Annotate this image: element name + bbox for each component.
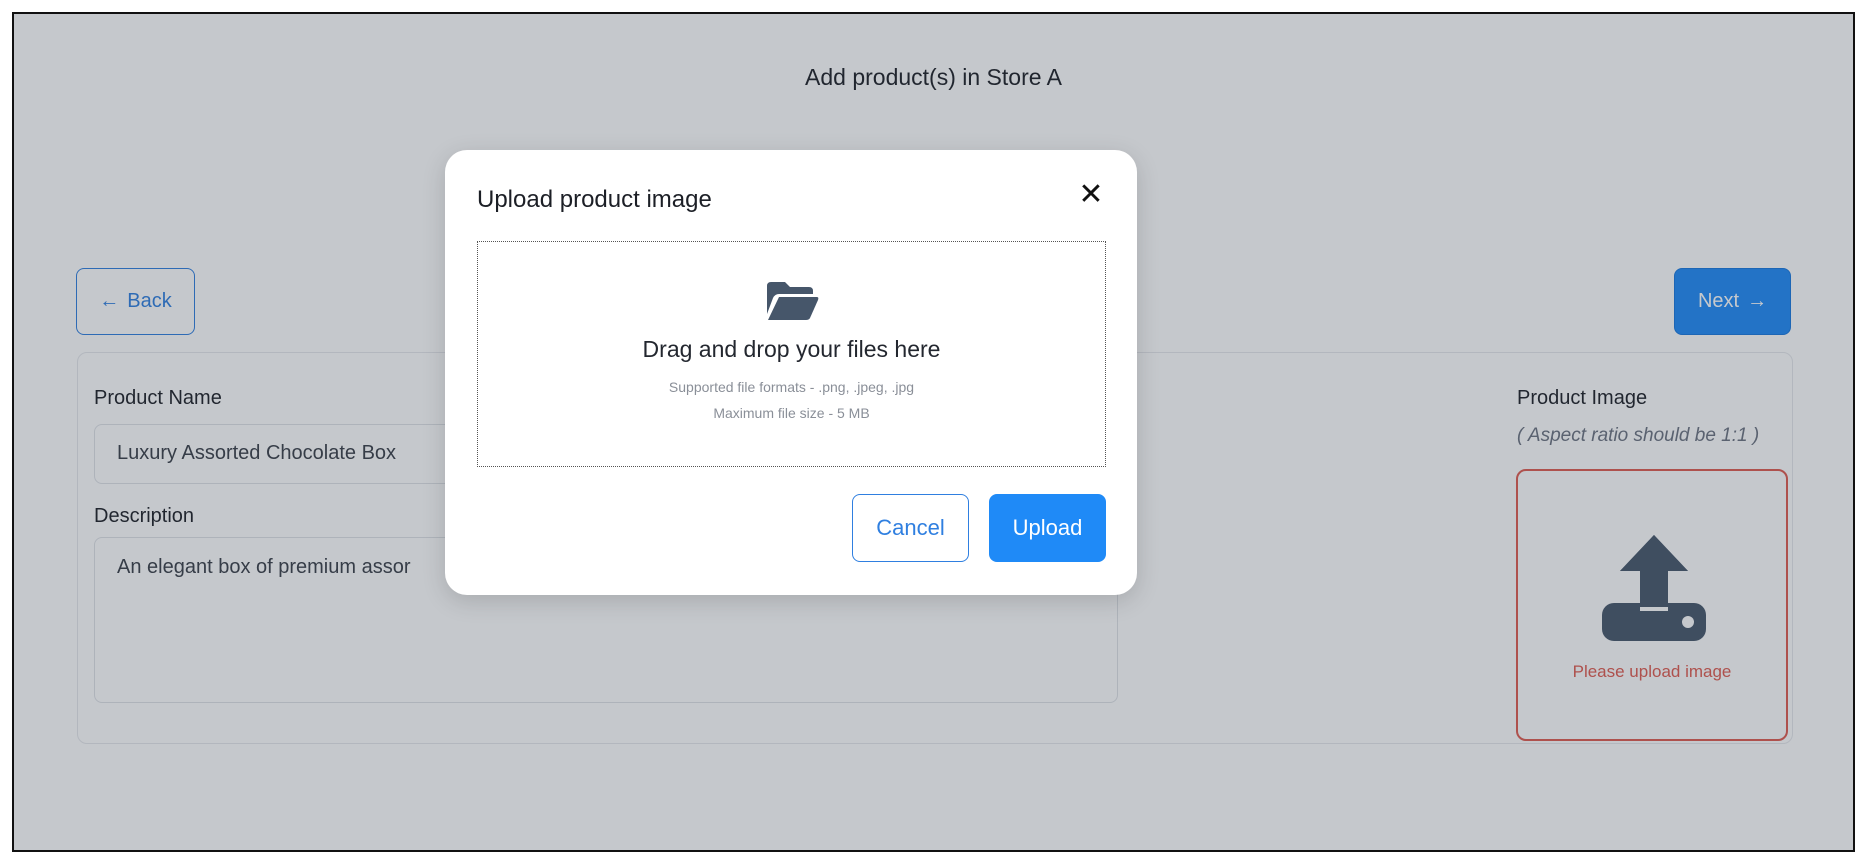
file-dropzone[interactable]: Drag and drop your files here Supported … xyxy=(477,241,1106,467)
dropzone-title: Drag and drop your files here xyxy=(642,336,941,362)
modal-title: Upload product image xyxy=(477,186,712,213)
max-file-size-text: Maximum file size - 5 MB xyxy=(713,405,870,421)
supported-formats-text: Supported file formats - .png, .jpeg, .j… xyxy=(668,379,915,395)
upload-button[interactable]: Upload xyxy=(989,494,1106,562)
upload-image-modal: Upload product image ✕ Drag and drop you… xyxy=(445,150,1137,595)
cancel-button[interactable]: Cancel xyxy=(852,494,969,562)
app-frame: Add product(s) in Store A ← Back Next → … xyxy=(12,12,1855,852)
close-icon[interactable]: ✕ xyxy=(1075,180,1107,212)
folder-icon xyxy=(767,282,819,320)
